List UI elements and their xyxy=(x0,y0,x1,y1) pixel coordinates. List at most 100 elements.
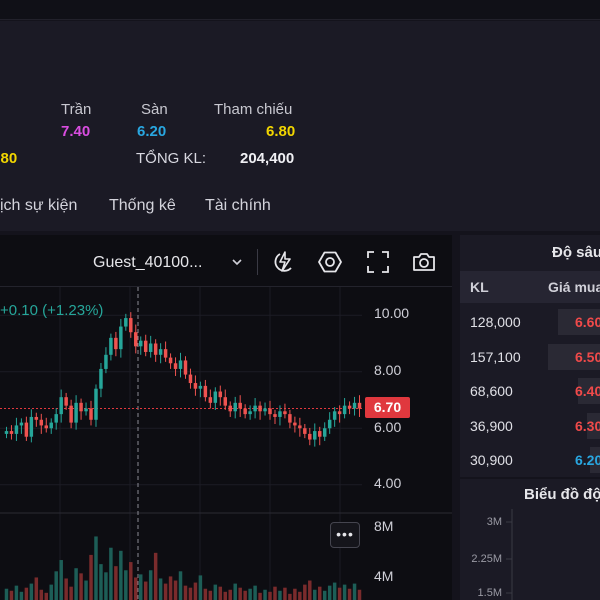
candle-body xyxy=(268,408,272,415)
candle-body xyxy=(347,405,352,409)
floor-value: 6.20 xyxy=(137,123,167,140)
volume-bar xyxy=(203,588,208,600)
volume-bar xyxy=(273,586,277,600)
volume-bar xyxy=(173,580,178,600)
depth-row[interactable]: 157,100 6.50 xyxy=(460,340,600,374)
candle-body xyxy=(218,391,223,398)
candle-body xyxy=(59,397,63,415)
volume-bar xyxy=(347,588,352,600)
market-depth-panel: Độ sâu KL Giá mua 128,000 6.60 157,100 6.50… xyxy=(460,235,600,477)
candle-body xyxy=(258,405,262,412)
tab-finance[interactable]: Tài chính xyxy=(205,197,271,215)
tab-statistics[interactable]: Thống kê xyxy=(109,197,176,215)
volume-bar xyxy=(19,591,24,600)
volume-bar xyxy=(24,587,29,600)
candle-body xyxy=(228,405,232,412)
volume-bar xyxy=(94,536,98,600)
candle-body xyxy=(114,337,118,350)
candle-body xyxy=(94,388,98,420)
candle-body xyxy=(273,414,277,417)
volume-bar xyxy=(74,568,78,600)
volume-bar xyxy=(233,583,237,600)
volume-bar xyxy=(183,585,188,600)
candle-body xyxy=(49,422,53,429)
depth-buy-price: 6.30 xyxy=(575,417,600,434)
depth-row[interactable]: 36,900 6.30 xyxy=(460,409,600,443)
depth-volume: 68,600 xyxy=(470,383,513,399)
volume-profile-chart xyxy=(506,509,513,600)
more-options-button[interactable]: ••• xyxy=(330,522,360,548)
volume-bar xyxy=(39,589,44,600)
volume-bar xyxy=(143,581,148,600)
depth-row[interactable]: 68,600 6.40 xyxy=(460,374,600,408)
volume-bar xyxy=(258,592,262,600)
volume-bar xyxy=(34,577,39,600)
depth-row[interactable]: 128,000 6.60 xyxy=(460,305,600,339)
volume-bar xyxy=(308,580,312,600)
volume-bar xyxy=(278,590,282,600)
depth-buy-price: 6.60 xyxy=(575,314,600,330)
volume-bar xyxy=(303,584,307,600)
volume-bar xyxy=(263,589,267,600)
candle-body xyxy=(168,357,173,364)
candle-body xyxy=(129,318,133,333)
candle-body xyxy=(173,363,178,369)
candle-body xyxy=(34,416,39,420)
volume-bar xyxy=(357,589,362,600)
volume-bar xyxy=(238,587,242,600)
tab-events[interactable]: ịch sự kiện xyxy=(0,197,77,215)
volume-bar xyxy=(342,584,347,600)
candle-body xyxy=(178,360,183,369)
volume-bar xyxy=(243,590,247,600)
candle-body xyxy=(138,340,143,347)
candle-body xyxy=(119,326,123,350)
candle-body xyxy=(89,408,93,420)
quote-header: Trần 7.40 Sàn 6.20 Tham chiếu 6.80 6.80 … xyxy=(0,21,600,231)
candle-body xyxy=(322,428,327,437)
volume-bar xyxy=(188,587,193,600)
volume-bar xyxy=(9,590,14,600)
candle-body xyxy=(4,431,9,434)
price-tick-8: 8.00 xyxy=(374,362,402,378)
depth-col-buy-price: Giá mua xyxy=(548,279,600,295)
depth-row[interactable]: 30,900 6.20 xyxy=(460,443,600,477)
price-tick-6: 6.00 xyxy=(374,419,402,435)
candle-body xyxy=(357,402,362,409)
volume-bar xyxy=(248,588,252,600)
candle-body xyxy=(14,425,19,434)
candle-body xyxy=(24,422,29,437)
volume-bar xyxy=(298,591,302,600)
volume-bar xyxy=(293,588,297,600)
candle-body xyxy=(64,397,68,406)
ceiling-value: 7.40 xyxy=(61,123,91,140)
volume-tick-4m: 4M xyxy=(374,568,394,584)
volume-bar xyxy=(337,587,342,600)
volume-profile-panel: Biểu đồ độ 3M 2.25M 1.5M xyxy=(460,479,600,600)
floor-label: Sàn xyxy=(141,101,168,118)
candle-body xyxy=(303,428,307,434)
candle-body xyxy=(84,408,88,412)
volume-bar xyxy=(268,591,272,600)
price-chart-panel: Guest_40100... +0.10 (+1.23%) 10.00 8.00… xyxy=(0,235,452,600)
price-tick-4: 4.00 xyxy=(374,475,402,491)
volume-bar xyxy=(54,571,58,600)
volume-bar xyxy=(327,585,332,600)
current-price-tag: 6.70 xyxy=(365,397,410,418)
volume-bar xyxy=(228,589,232,600)
depth-header: KL Giá mua xyxy=(460,271,600,303)
volume-bar xyxy=(138,574,143,600)
volume-tick-8m: 8M xyxy=(374,518,394,534)
volume-bar xyxy=(44,592,49,600)
candle-body xyxy=(134,332,138,347)
depth-buy-price: 6.20 xyxy=(575,452,600,468)
volume-bar xyxy=(322,590,327,600)
volume-bar xyxy=(283,587,287,600)
candle-body xyxy=(29,416,34,437)
volume-bar xyxy=(89,554,93,600)
depth-buy-price: 6.40 xyxy=(575,383,600,399)
candle-body xyxy=(278,411,282,417)
reference-value: 6.80 xyxy=(266,123,296,140)
price-change: +0.10 (+1.23%) xyxy=(0,302,104,319)
candle-body xyxy=(253,405,257,412)
volume-bar xyxy=(213,584,218,600)
